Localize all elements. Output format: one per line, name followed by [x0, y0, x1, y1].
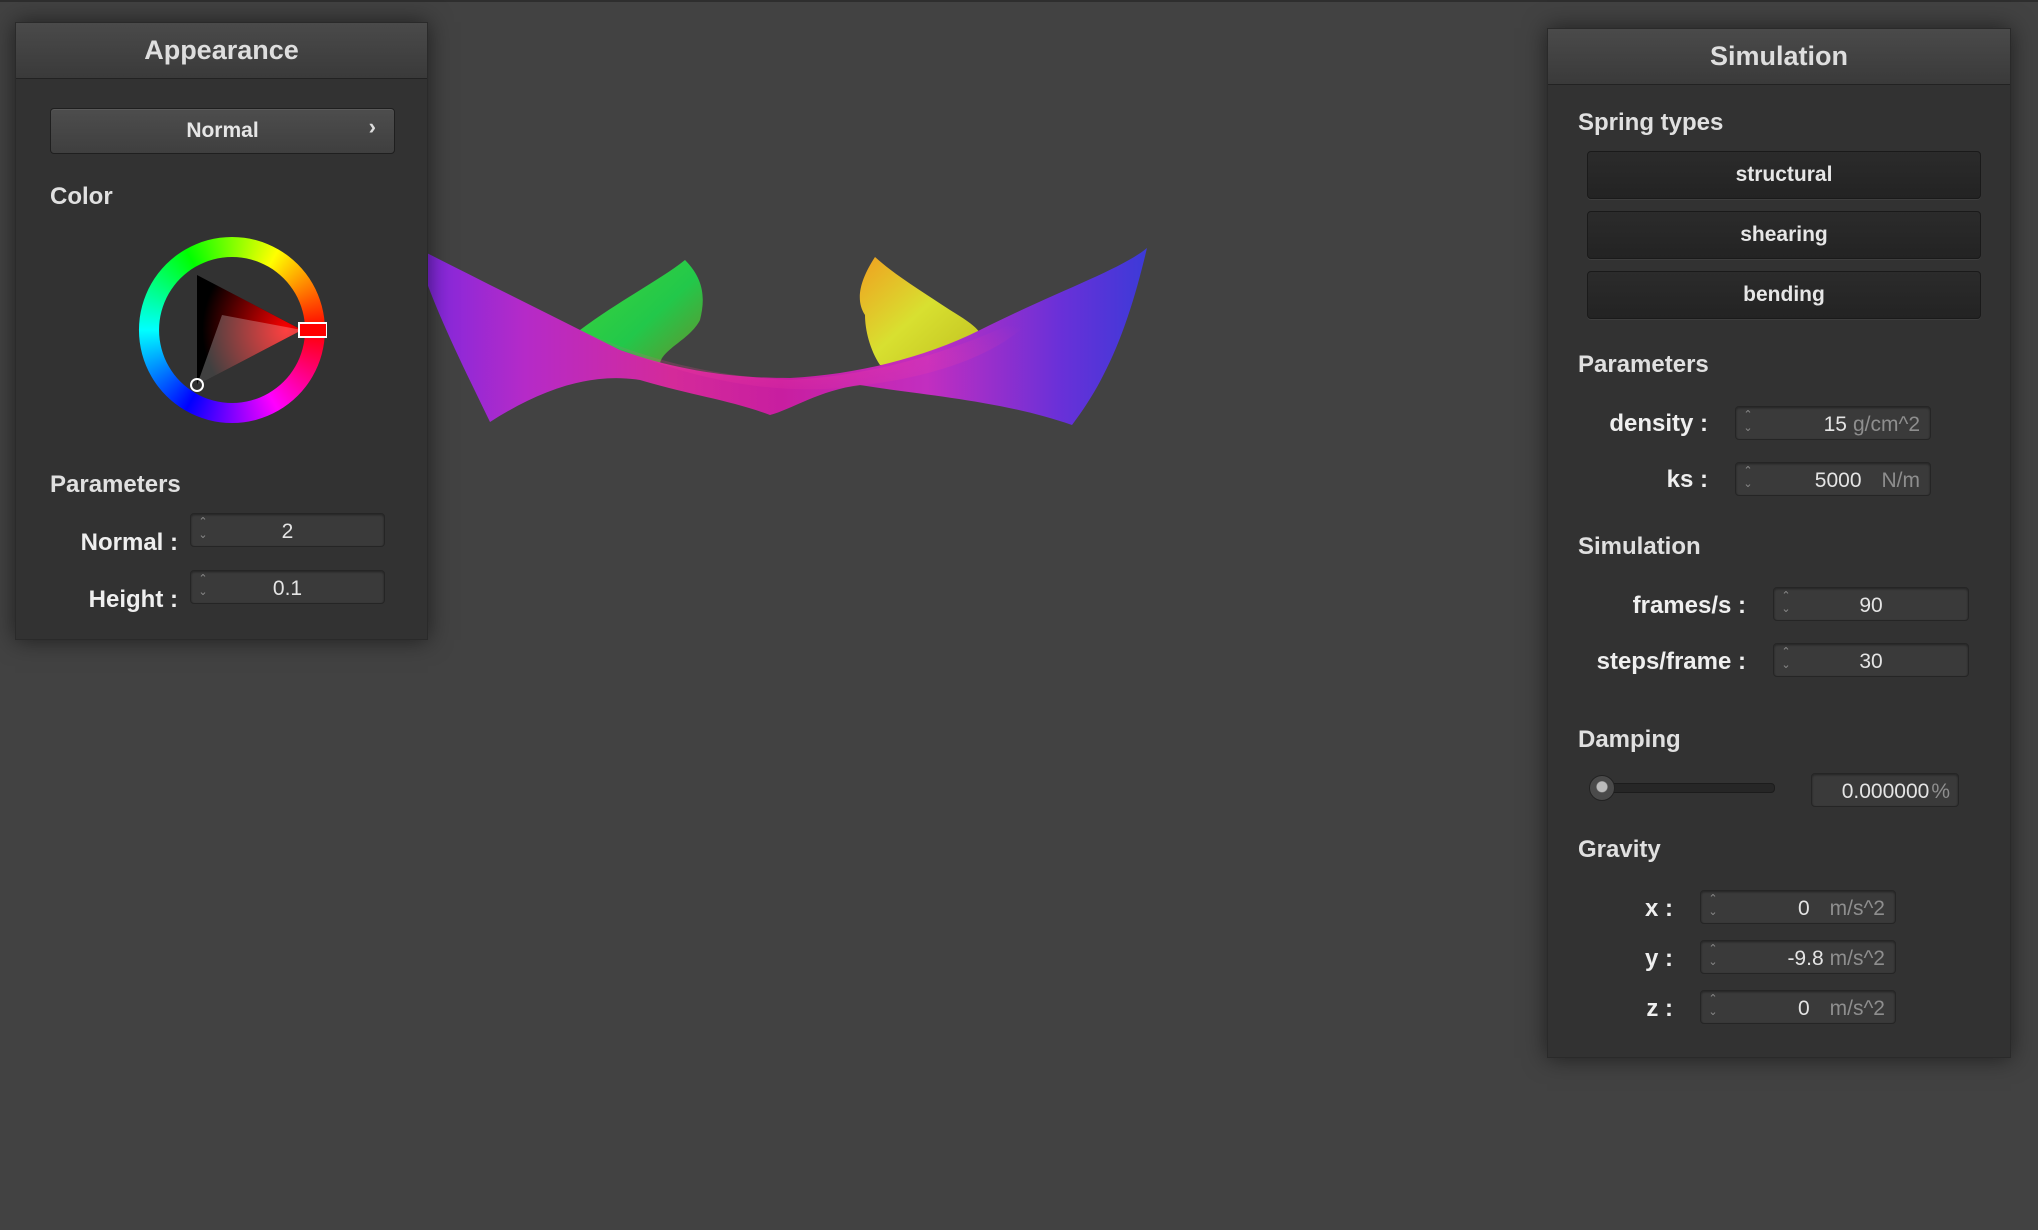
- spin-arrows-icon[interactable]: ⌃ ⌄: [1742, 465, 1754, 493]
- fps-field-label: frames/s :: [1632, 592, 1746, 619]
- gravity-z-label: z :: [1646, 995, 1673, 1022]
- damping-slider-track[interactable]: [1591, 783, 1775, 793]
- spin-arrows-icon[interactable]: ⌃ ⌄: [1707, 893, 1719, 921]
- hue-marker: [298, 322, 327, 338]
- spin-arrows-icon[interactable]: ⌃ ⌄: [1707, 943, 1719, 971]
- structural-label: structural: [1735, 163, 1833, 186]
- spring-types-label: Spring types: [1578, 109, 1724, 136]
- spin-arrows-icon[interactable]: ⌃ ⌄: [1742, 409, 1754, 437]
- normal-value: 2: [281, 520, 294, 543]
- simulation-panel-title[interactable]: Simulation: [1548, 29, 2010, 85]
- damping-value: 0.000000: [1841, 780, 1930, 803]
- simulation-section-label: Simulation: [1578, 533, 1701, 560]
- appearance-panel-title[interactable]: Appearance: [16, 23, 427, 79]
- gravity-z-value: 0: [1797, 997, 1810, 1020]
- color-wheel[interactable]: [137, 235, 327, 425]
- appearance-panel: Appearance Normal › Color Parameters Nor…: [15, 22, 428, 640]
- damping-label: Damping: [1578, 726, 1681, 753]
- gravity-x-value: 0: [1797, 897, 1810, 920]
- gravity-y-spinbox[interactable]: ⌃ ⌄ -9.8 m/s^2: [1700, 940, 1896, 974]
- height-field-label: Height :: [88, 586, 178, 613]
- gravity-z-unit: m/s^2: [1829, 997, 1885, 1020]
- damping-slider-knob[interactable]: [1589, 775, 1615, 801]
- gravity-y-value: -9.8: [1787, 947, 1824, 970]
- appearance-parameters-label: Parameters: [50, 471, 181, 498]
- gravity-y-label: y :: [1644, 945, 1673, 972]
- fps-spinbox[interactable]: ⌃ ⌄ 90: [1773, 587, 1969, 621]
- steps-field-label: steps/frame :: [1596, 648, 1746, 675]
- ks-value: 5000: [1814, 469, 1862, 492]
- damping-value-field[interactable]: 0.000000%: [1811, 773, 1959, 807]
- gravity-x-spinbox[interactable]: ⌃ ⌄ 0 m/s^2: [1700, 890, 1896, 924]
- height-value: 0.1: [272, 577, 303, 600]
- shearing-spring-button[interactable]: shearing: [1587, 211, 1981, 259]
- normal-field-label: Normal :: [80, 529, 178, 556]
- cloth-viewport[interactable]: [360, 200, 1520, 600]
- gravity-label: Gravity: [1578, 836, 1661, 863]
- gravity-x-label: x :: [1644, 895, 1673, 922]
- shearing-label: shearing: [1740, 223, 1828, 246]
- damping-unit: %: [1931, 780, 1950, 803]
- gravity-x-unit: m/s^2: [1829, 897, 1885, 920]
- structural-spring-button[interactable]: structural: [1587, 151, 1981, 199]
- spin-arrows-icon[interactable]: ⌃ ⌄: [1707, 993, 1719, 1021]
- fps-value: 90: [1859, 594, 1883, 617]
- window-top-edge: [0, 0, 2038, 2]
- chevron-right-icon: ›: [368, 114, 376, 139]
- ks-field-label: ks :: [1666, 466, 1708, 493]
- simulation-panel: Simulation Spring types structural shear…: [1547, 28, 2011, 1058]
- bending-spring-button[interactable]: bending: [1587, 271, 1981, 319]
- gravity-y-unit: m/s^2: [1829, 947, 1885, 970]
- cloth-front-surface: [415, 247, 1147, 425]
- steps-value: 30: [1859, 650, 1883, 673]
- density-field-label: density :: [1609, 410, 1708, 437]
- color-section-label: Color: [50, 183, 113, 210]
- damping-slider[interactable]: [1589, 772, 1775, 802]
- sim-parameters-label: Parameters: [1578, 351, 1709, 378]
- height-spinbox[interactable]: ⌃ ⌄ 0.1: [190, 570, 385, 604]
- ks-unit: N/m: [1881, 469, 1921, 492]
- shading-mode-button[interactable]: Normal ›: [50, 108, 395, 154]
- bending-label: bending: [1743, 283, 1825, 306]
- gravity-z-spinbox[interactable]: ⌃ ⌄ 0 m/s^2: [1700, 990, 1896, 1024]
- density-spinbox[interactable]: ⌃ ⌄ 15 g/cm^2: [1735, 406, 1931, 440]
- shading-mode-label: Normal: [186, 119, 259, 142]
- normal-spinbox[interactable]: ⌃ ⌄ 2: [190, 513, 385, 547]
- density-value: 15: [1823, 413, 1847, 436]
- density-unit: g/cm^2: [1852, 413, 1920, 436]
- steps-spinbox[interactable]: ⌃ ⌄ 30: [1773, 643, 1969, 677]
- ks-spinbox[interactable]: ⌃ ⌄ 5000 N/m: [1735, 462, 1931, 496]
